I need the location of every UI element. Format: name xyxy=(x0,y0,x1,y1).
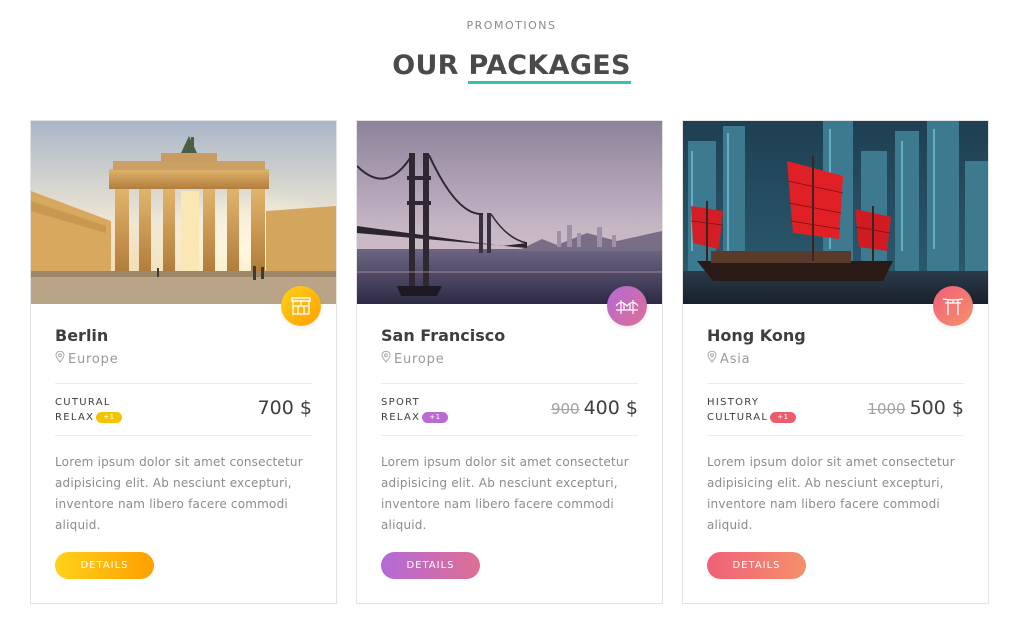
berlin-photo xyxy=(31,121,336,304)
tag-secondary-row: RELAX +1 xyxy=(381,410,448,425)
details-button[interactable]: DETAILS xyxy=(381,552,480,579)
divider xyxy=(55,383,312,384)
tag-primary: HISTORY xyxy=(707,397,760,408)
package-price: 900 400 $ xyxy=(551,397,638,419)
divider xyxy=(707,435,964,436)
package-city: San Francisco xyxy=(381,326,506,345)
package-region: Asia xyxy=(707,350,751,367)
torii-gate-icon xyxy=(933,286,973,326)
package-photo xyxy=(683,121,988,304)
tag-secondary: RELAX xyxy=(381,412,421,423)
package-tags: HISTORY CULTURAL +1 xyxy=(707,395,796,425)
package-photo xyxy=(357,121,662,304)
title-part-2: PACKAGES xyxy=(468,51,631,84)
divider xyxy=(707,383,964,384)
package-description: Lorem ipsum dolor sit amet consectetur a… xyxy=(381,455,629,532)
package-region: Europe xyxy=(55,350,119,367)
tag-primary: SPORT xyxy=(381,397,421,408)
package-tags: SPORT RELAX +1 xyxy=(381,395,448,425)
tag-primary: CUTURAL xyxy=(55,397,111,408)
package-photo xyxy=(31,121,336,304)
price-value: 700 $ xyxy=(257,397,312,419)
divider xyxy=(55,435,312,436)
title-part-1: OUR xyxy=(392,50,459,81)
package-card-hong-kong: Hong Kong Asia HISTORY CULTURAL +1 1000 50… xyxy=(682,120,989,604)
tag-secondary: CULTURAL xyxy=(707,412,769,423)
tag-secondary-row: CULTURAL +1 xyxy=(707,410,796,425)
package-price: 1000 500 $ xyxy=(867,397,964,419)
more-tags-pill[interactable]: +1 xyxy=(422,411,448,423)
tag-secondary: RELAX xyxy=(55,412,95,423)
region-label: Europe xyxy=(68,351,119,367)
location-pin-icon xyxy=(381,350,391,367)
package-tags: CUTURAL RELAX +1 xyxy=(55,395,122,425)
section-eyebrow: PROMOTIONS xyxy=(466,19,557,32)
package-price: 700 $ xyxy=(258,397,312,419)
package-card-berlin: Berlin Europe CUTURAL RELAX +1 700 $ Lore… xyxy=(30,120,337,604)
details-button[interactable]: DETAILS xyxy=(55,552,154,579)
section-title: OUR PACKAGES xyxy=(0,50,1023,84)
details-button[interactable]: DETAILS xyxy=(707,552,806,579)
package-city: Hong Kong xyxy=(707,326,806,345)
san-francisco-photo xyxy=(357,121,662,304)
divider xyxy=(381,383,638,384)
package-description: Lorem ipsum dolor sit amet consectetur a… xyxy=(55,455,303,532)
price-value: 400 $ xyxy=(583,397,638,419)
bridge-icon xyxy=(607,286,647,326)
package-description: Lorem ipsum dolor sit amet consectetur a… xyxy=(707,455,955,532)
old-price: 1000 xyxy=(867,400,906,418)
package-region: Europe xyxy=(381,350,445,367)
location-pin-icon xyxy=(55,350,65,367)
price-value: 500 $ xyxy=(909,397,964,419)
divider xyxy=(381,435,638,436)
package-card-san-francisco: San Francisco Europe SPORT RELAX +1 900 40… xyxy=(356,120,663,604)
location-pin-icon xyxy=(707,350,717,367)
more-tags-pill[interactable]: +1 xyxy=(770,411,796,423)
region-label: Europe xyxy=(394,351,445,367)
gate-icon xyxy=(281,286,321,326)
old-price: 900 xyxy=(550,400,580,418)
region-label: Asia xyxy=(720,351,751,367)
tag-secondary-row: RELAX +1 xyxy=(55,410,122,425)
hong-kong-photo xyxy=(683,121,988,304)
more-tags-pill[interactable]: +1 xyxy=(96,411,122,423)
package-city: Berlin xyxy=(55,326,109,345)
